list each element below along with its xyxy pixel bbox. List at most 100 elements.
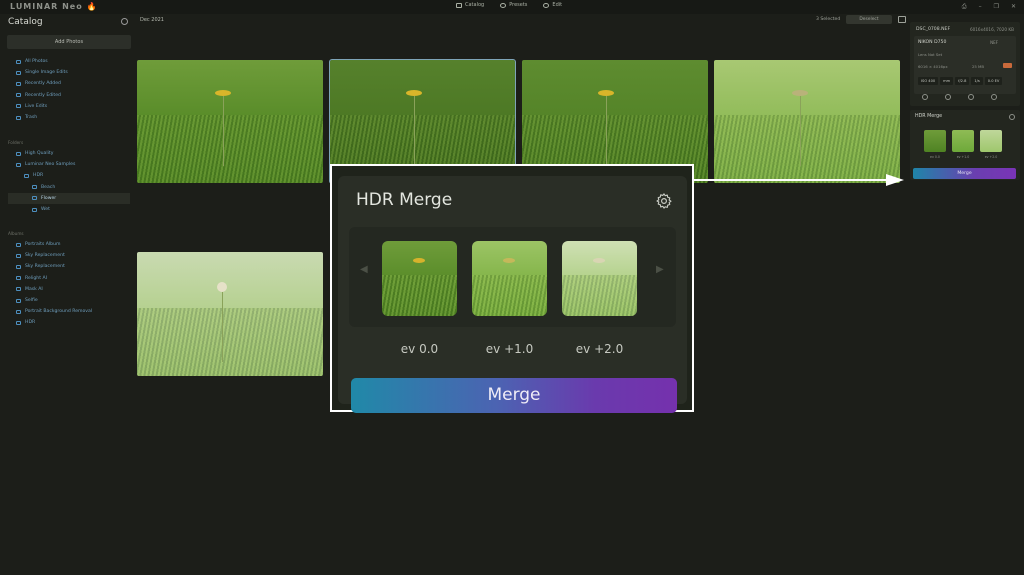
flag-icon[interactable] — [968, 94, 974, 100]
exif-row: ISO 400 mm f/2.8 1/s 0.0 EV — [918, 77, 1003, 85]
album-icon — [16, 264, 21, 269]
folder-icon — [16, 151, 21, 156]
file-format: NEF — [990, 40, 998, 45]
sidebar-item-recently-edited[interactable]: Recently Edited — [8, 90, 130, 101]
photo-thumbnail[interactable] — [714, 60, 900, 183]
folders-label: Folders — [8, 140, 24, 145]
hdr-merge-panel: HDR Merge ◀ ▶ ev 0.0 ev +1.0 ev +2.0 Mer… — [338, 176, 687, 413]
album-icon — [16, 298, 21, 303]
hdr-ev-label: ev +2.0 — [984, 155, 998, 159]
info-action-icons — [922, 94, 997, 100]
photo-thumbnail[interactable] — [137, 252, 323, 376]
title-bar: LUMINAR Neo 🔥 Catalog Presets Edit ⎙ – ❐ … — [0, 0, 1024, 14]
sidebar-item-flower[interactable]: Flower — [8, 192, 130, 204]
folder-icon — [16, 104, 21, 109]
window-controls: ⎙ – ❐ ✕ — [962, 3, 1016, 11]
folder-icon — [32, 207, 37, 212]
folder-icon — [16, 59, 21, 64]
close-button[interactable]: ✕ — [1011, 3, 1016, 11]
hdr-thumb[interactable] — [980, 130, 1002, 152]
app-logo: LUMINAR Neo 🔥 — [10, 2, 98, 11]
catalog-title: Catalog — [8, 17, 43, 27]
album-icon — [16, 309, 21, 314]
camera-model: NIKON D750 — [918, 40, 947, 45]
sidebar-item-beach[interactable]: Beach — [8, 182, 130, 193]
file-size: 25 MB — [972, 64, 984, 69]
sidebar-item-wet[interactable]: Wet — [8, 204, 130, 215]
hdr-merge-title: HDR Merge — [356, 190, 453, 210]
heart-icon[interactable] — [922, 94, 928, 100]
photo-thumbnail[interactable] — [137, 60, 323, 183]
merge-button-small[interactable]: Merge — [913, 168, 1016, 179]
image-info-panel: DSC_0708.NEF 6016x4016, 7020 KB NIKON D7… — [910, 22, 1020, 106]
sidebar-album[interactable]: Relight AI — [8, 273, 130, 284]
maximize-button[interactable]: ❐ — [994, 3, 999, 11]
albums-label: Albums — [8, 231, 24, 236]
minimize-button[interactable]: – — [979, 3, 982, 11]
sidebar-album[interactable]: Portrait Background Removal — [8, 306, 130, 317]
ev-label-2: ev +2.0 — [575, 342, 624, 356]
tab-catalog[interactable]: Catalog — [456, 2, 484, 8]
album-icon — [16, 276, 21, 281]
resolution-info: 6016 × 4016px — [918, 64, 948, 69]
folder-icon — [16, 93, 21, 98]
sidebar-album[interactable]: Sky Replacement — [8, 250, 130, 261]
sidebar-album[interactable]: Portraits Album — [8, 239, 130, 250]
iso-value: ISO 400 — [918, 77, 939, 85]
sidebar-album[interactable]: Mask AI — [8, 284, 130, 295]
gear-icon[interactable] — [655, 192, 673, 210]
hdr-ev-label: ev 0.0 — [930, 155, 940, 159]
sidebar-item-single-edits[interactable]: Single Image Edits — [8, 67, 130, 78]
hdr-thumb-ev2[interactable] — [562, 241, 637, 316]
sidebar-album[interactable]: Sky Replacement — [8, 261, 130, 272]
callout-arrow-line — [692, 179, 888, 181]
deselect-button[interactable]: Deselect — [846, 15, 892, 24]
share-icon[interactable]: ⎙ — [962, 3, 967, 11]
hdr-thumb[interactable] — [952, 130, 974, 152]
aperture-value: f/2.8 — [955, 77, 970, 85]
ev-label-1: ev +1.0 — [485, 342, 534, 356]
trash-icon — [16, 115, 21, 120]
sidebar-item-high-quality[interactable]: High Quality — [8, 148, 130, 159]
folder-icon — [16, 81, 21, 86]
sidebar-album[interactable]: Selfie — [8, 295, 130, 306]
shutter-value: 1/s — [971, 77, 983, 85]
sidebar-item-trash[interactable]: Trash — [8, 112, 130, 123]
scroll-right-icon[interactable]: ▶ — [656, 264, 664, 275]
tab-presets[interactable]: Presets — [500, 2, 527, 8]
sidebar-item-hdr-folder[interactable]: HDR — [8, 170, 130, 181]
sidebar-albums: Albums Portraits Album Sky Replacement S… — [8, 228, 130, 329]
folder-icon — [16, 162, 21, 167]
sidebar-item-neo-samples[interactable]: Luminar Neo Samples — [8, 159, 130, 170]
add-photos-button[interactable]: Add Photos — [7, 35, 131, 49]
lens-info: Lens Not Set — [918, 52, 943, 57]
tab-edit[interactable]: Edit — [543, 2, 562, 8]
camera-info-card: NIKON D750 NEF Lens Not Set 6016 × 4016p… — [914, 36, 1016, 94]
sidebar-top-list: All Photos Single Image Edits Recently A… — [8, 56, 130, 123]
panel-toggle-icon[interactable] — [898, 16, 906, 23]
flame-icon: 🔥 — [86, 2, 98, 11]
merge-button[interactable]: Merge — [351, 378, 677, 413]
sidebar-folders: Folders High Quality Luminar Neo Samples… — [8, 137, 130, 215]
more-icon[interactable] — [991, 94, 997, 100]
folder-icon — [32, 196, 37, 201]
sidebar-album[interactable]: HDR — [8, 317, 130, 328]
edit-icon — [543, 2, 550, 8]
sidebar: Catalog Add Photos All Photos Single Ima… — [0, 14, 136, 575]
refresh-icon[interactable] — [945, 94, 951, 100]
raw-badge — [1003, 63, 1012, 68]
search-icon[interactable] — [121, 18, 128, 25]
sidebar-item-all-photos[interactable]: All Photos — [8, 56, 130, 67]
hdr-thumb-ev1[interactable] — [472, 241, 547, 316]
hdr-thumb-ev0[interactable] — [382, 241, 457, 316]
folder-icon — [24, 173, 29, 178]
hdr-thumb[interactable] — [924, 130, 946, 152]
folder-icon — [16, 70, 21, 75]
sidebar-item-recently-added[interactable]: Recently Added — [8, 78, 130, 89]
sidebar-item-live-edits[interactable]: Live Edits — [8, 101, 130, 112]
album-icon — [16, 287, 21, 292]
gear-icon[interactable] — [1009, 114, 1015, 120]
scroll-left-icon[interactable]: ◀ — [360, 264, 368, 275]
top-navigation: Catalog Presets Edit — [456, 2, 562, 8]
file-dimensions: 6016x4016, 7020 KB — [969, 27, 1014, 32]
